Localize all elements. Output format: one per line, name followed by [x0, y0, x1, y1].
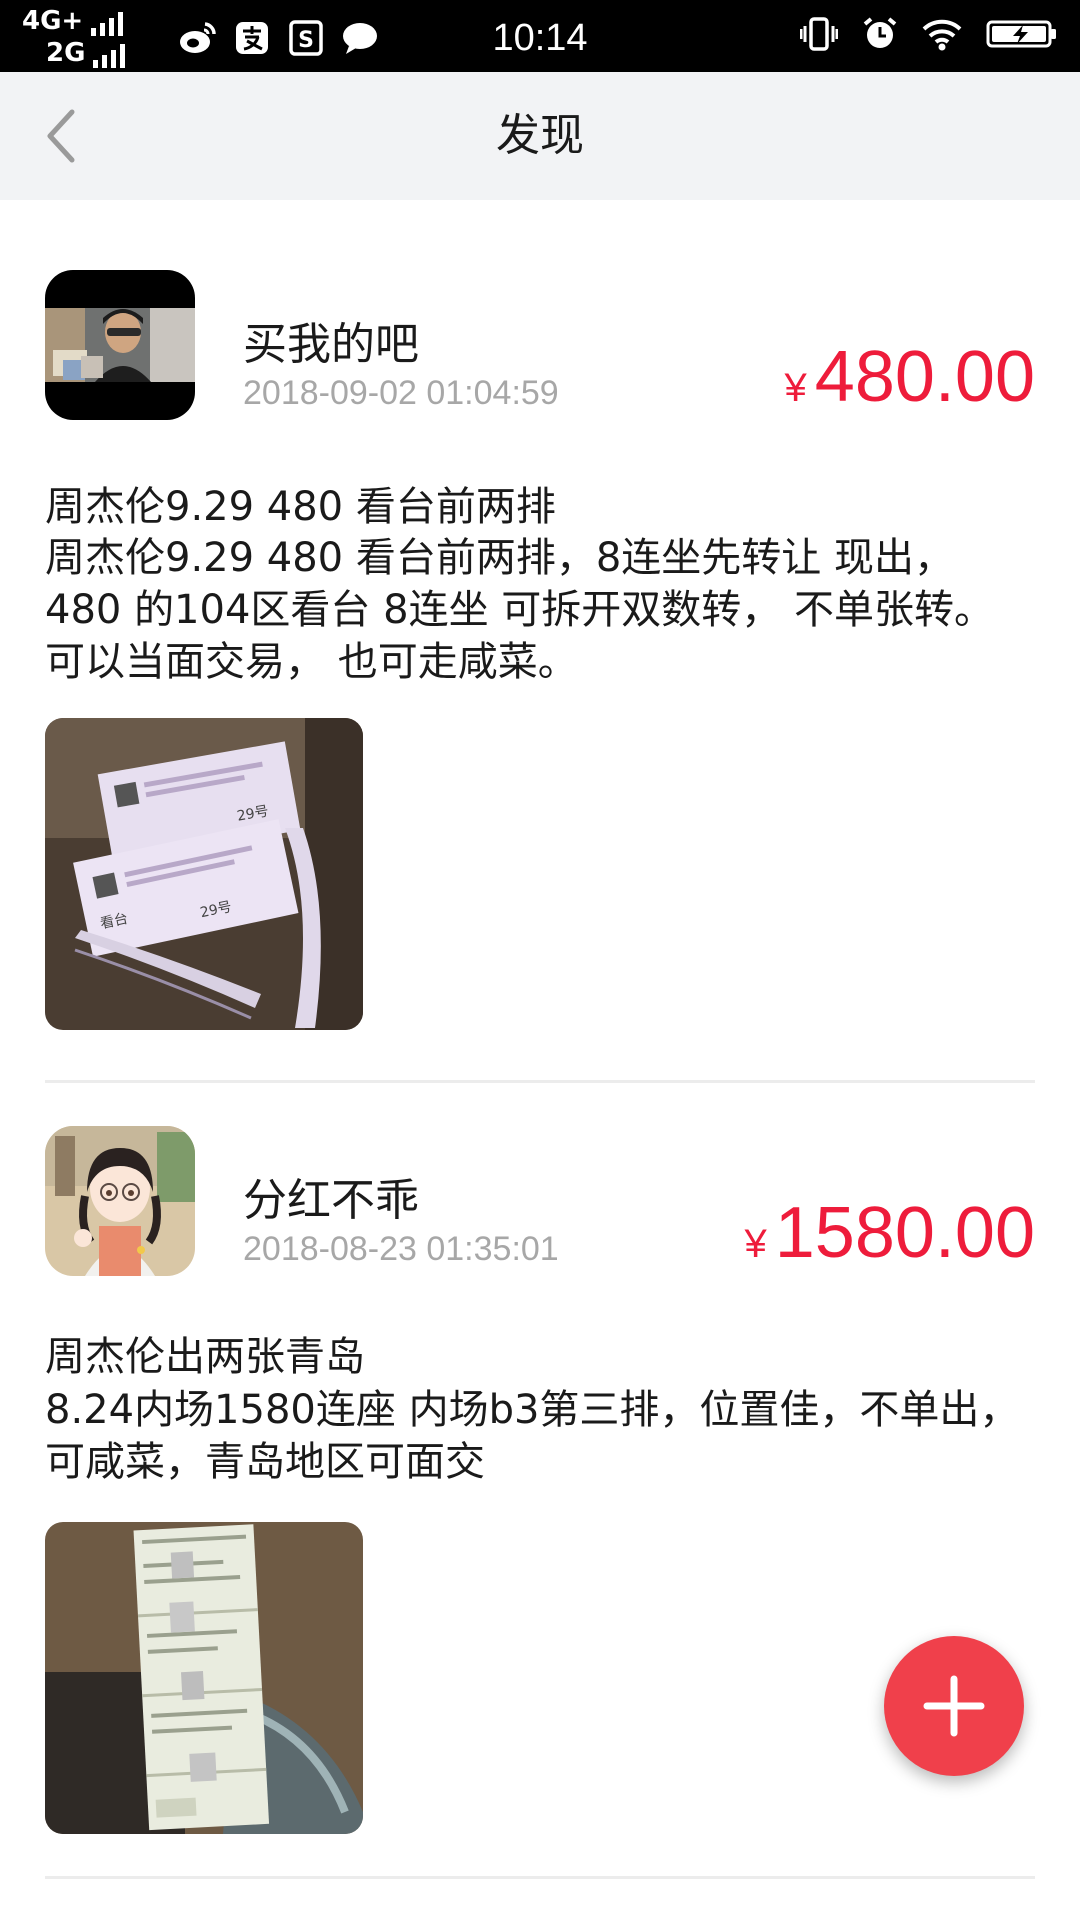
header: 发现	[0, 72, 1080, 200]
currency-symbol: ¥	[784, 366, 807, 410]
plus-icon	[923, 1675, 985, 1737]
avatar[interactable]	[45, 270, 195, 420]
post-divider	[45, 1080, 1035, 1083]
battery-charging-icon	[986, 19, 1058, 49]
post-description: 8.24内场1580连座 内场b3第三排，位置佳，不单出，可咸菜，青岛地区可面交	[45, 1387, 1020, 1485]
add-post-button[interactable]	[884, 1636, 1024, 1776]
price-amount: 1580.00	[774, 1193, 1035, 1273]
post-date: 2018-09-02 01:04:59	[243, 374, 559, 412]
avatar[interactable]	[45, 1126, 195, 1276]
price: ¥ 1580.00	[744, 1192, 1035, 1274]
post-description: 周杰伦9.29 480 看台前两排，8连坐先转让 现出，480 的104区看台 …	[45, 535, 995, 685]
page-title: 发现	[496, 110, 584, 161]
post-title: 周杰伦出两张青岛	[45, 1334, 365, 1380]
post-card[interactable]: 分红不乖 2018-08-23 01:35:01 ¥ 1580.00 周杰伦出两…	[45, 1126, 1035, 1886]
vibrate-icon	[800, 16, 838, 52]
post-image[interactable]: 29号 看台 29号	[45, 718, 363, 1030]
post-card[interactable]: 买我的吧 2018-09-02 01:04:59 ¥ 480.00 周杰伦9.2…	[45, 270, 1035, 1030]
alarm-icon	[862, 16, 898, 52]
post-title: 周杰伦9.29 480 看台前两排	[45, 484, 556, 530]
author-name: 分红不乖	[243, 1175, 419, 1226]
post-image[interactable]	[45, 1522, 363, 1834]
currency-symbol: ¥	[744, 1222, 767, 1266]
post-divider	[45, 1876, 1035, 1879]
status-bar: 4G+ 2G S 10:14	[0, 0, 1080, 72]
price: ¥ 480.00	[785, 336, 1035, 418]
author-name: 买我的吧	[243, 319, 419, 370]
wifi-icon	[922, 17, 962, 51]
system-icons	[776, 16, 1058, 52]
post-date: 2018-08-23 01:35:01	[243, 1230, 559, 1268]
price-amount: 480.00	[814, 337, 1035, 417]
